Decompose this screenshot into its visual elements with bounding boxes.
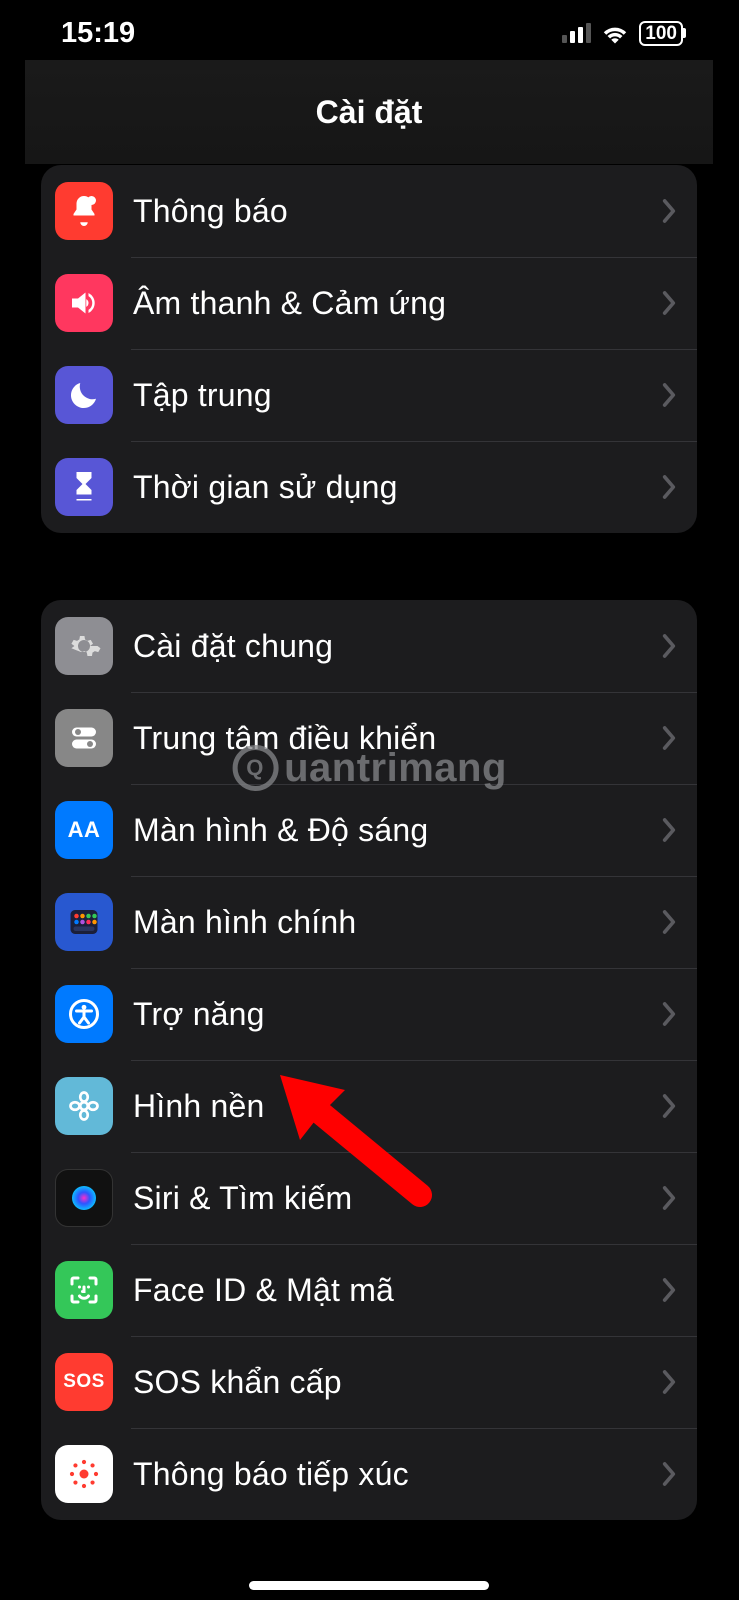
chevron-right-icon (661, 909, 677, 935)
bell-icon (55, 182, 113, 240)
exposure-icon (55, 1445, 113, 1503)
row-label: Thời gian sử dụng (133, 469, 661, 506)
row-home-screen[interactable]: Màn hình chính (41, 876, 697, 968)
apps-grid-icon (55, 893, 113, 951)
gear-icon (55, 617, 113, 675)
chevron-right-icon (661, 1461, 677, 1487)
cellular-signal-icon (562, 23, 591, 43)
chevron-right-icon (661, 1001, 677, 1027)
row-label: Tập trung (133, 377, 661, 414)
text-size-icon: AA (55, 801, 113, 859)
hourglass-icon (55, 458, 113, 516)
toggles-icon (55, 709, 113, 767)
chevron-right-icon (661, 198, 677, 224)
row-siri[interactable]: Siri & Tìm kiếm (41, 1152, 697, 1244)
chevron-right-icon (661, 382, 677, 408)
chevron-right-icon (661, 633, 677, 659)
row-label: Siri & Tìm kiếm (133, 1180, 661, 1217)
row-exposure[interactable]: Thông báo tiếp xúc (41, 1428, 697, 1520)
chevron-right-icon (661, 1369, 677, 1395)
chevron-right-icon (661, 725, 677, 751)
row-label: Hình nền (133, 1088, 661, 1125)
chevron-right-icon (661, 290, 677, 316)
accessibility-icon (55, 985, 113, 1043)
row-screentime[interactable]: Thời gian sử dụng (41, 441, 697, 533)
settings-screen: 15:19 100 Cài đặt Thông báo (25, 0, 713, 1600)
row-accessibility[interactable]: Trợ năng (41, 968, 697, 1060)
chevron-right-icon (661, 1093, 677, 1119)
settings-group-1: Thông báo Âm thanh & Cảm ứng Tập trung (41, 165, 697, 533)
row-wallpaper[interactable]: Hình nền (41, 1060, 697, 1152)
row-label: Màn hình & Độ sáng (133, 812, 661, 849)
speaker-icon (55, 274, 113, 332)
row-label: Âm thanh & Cảm ứng (133, 285, 661, 322)
row-focus[interactable]: Tập trung (41, 349, 697, 441)
row-sounds[interactable]: Âm thanh & Cảm ứng (41, 257, 697, 349)
row-faceid[interactable]: Face ID & Mật mã (41, 1244, 697, 1336)
wifi-icon (601, 22, 629, 44)
row-general[interactable]: Cài đặt chung (41, 600, 697, 692)
nav-title: Cài đặt (25, 60, 713, 165)
home-indicator[interactable] (249, 1581, 489, 1590)
page-title: Cài đặt (316, 94, 423, 131)
row-notifications[interactable]: Thông báo (41, 165, 697, 257)
chevron-right-icon (661, 1277, 677, 1303)
row-label: Màn hình chính (133, 904, 661, 941)
status-bar: 15:19 100 (25, 0, 713, 60)
row-label: Thông báo (133, 193, 661, 230)
settings-group-2: Cài đặt chung Trung tâm điều khiển AA Mà… (41, 600, 697, 1520)
row-label: SOS khẩn cấp (133, 1364, 661, 1401)
sos-icon: SOS (55, 1353, 113, 1411)
chevron-right-icon (661, 817, 677, 843)
flower-icon (55, 1077, 113, 1135)
row-label: Thông báo tiếp xúc (133, 1456, 661, 1493)
row-label: Trợ năng (133, 996, 661, 1033)
row-label: Trung tâm điều khiển (133, 720, 661, 757)
moon-icon (55, 366, 113, 424)
battery-indicator: 100 (639, 21, 683, 46)
row-sos[interactable]: SOS SOS khẩn cấp (41, 1336, 697, 1428)
chevron-right-icon (661, 1185, 677, 1211)
row-display[interactable]: AA Màn hình & Độ sáng (41, 784, 697, 876)
row-control-center[interactable]: Trung tâm điều khiển (41, 692, 697, 784)
chevron-right-icon (661, 474, 677, 500)
faceid-icon (55, 1261, 113, 1319)
row-label: Face ID & Mật mã (133, 1272, 661, 1309)
row-label: Cài đặt chung (133, 628, 661, 665)
siri-icon (55, 1169, 113, 1227)
status-time: 15:19 (61, 17, 135, 50)
